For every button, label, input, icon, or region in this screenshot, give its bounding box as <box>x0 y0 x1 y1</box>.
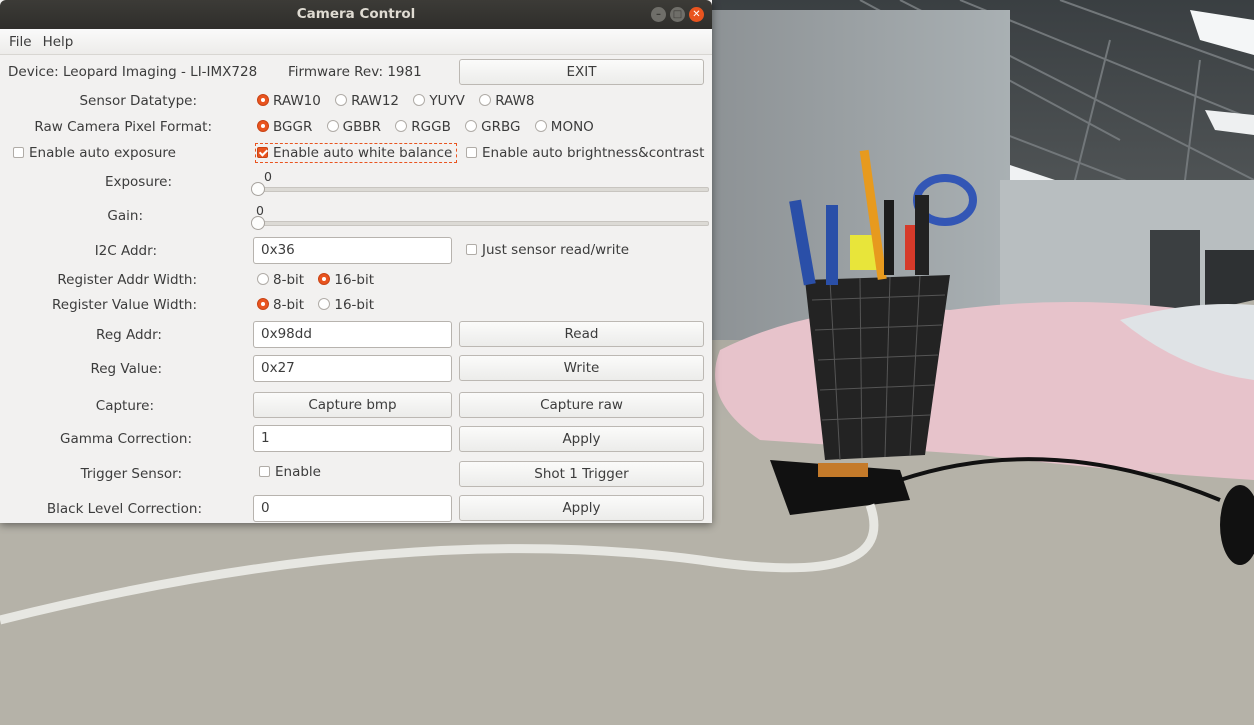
maximize-icon[interactable]: □ <box>670 7 685 22</box>
pixel-format-label: Raw Camera Pixel Format: <box>34 119 212 135</box>
shot-trigger-button[interactable]: Shot 1 Trigger <box>459 461 704 487</box>
radio-unselected-icon <box>534 120 547 132</box>
menu-help[interactable]: Help <box>35 29 77 50</box>
sensor-datatype-group: RAW10 RAW12 YUYV RAW8 <box>257 93 545 109</box>
exposure-slider-handle[interactable] <box>251 182 265 196</box>
i2c-addr-input[interactable]: 0x36 <box>253 237 452 264</box>
reg-addr-width-group: 8-bit 16-bit <box>257 272 384 288</box>
window-title: Camera Control <box>296 6 416 22</box>
radio-rggb[interactable]: RGGB <box>395 119 451 135</box>
capture-bmp-button[interactable]: Capture bmp <box>253 392 452 418</box>
radio-yuyv[interactable]: YUYV <box>413 93 465 109</box>
checkbox-unchecked-icon <box>466 147 477 158</box>
radio-grbg[interactable]: GRBG <box>465 119 521 135</box>
radio-raw10[interactable]: RAW10 <box>257 93 321 109</box>
reg-val-width-group: 8-bit 16-bit <box>257 297 384 313</box>
radio-unselected-icon <box>318 298 331 310</box>
radio-unselected-icon <box>479 94 492 106</box>
exit-button[interactable]: EXIT <box>459 59 704 85</box>
gain-slider-handle[interactable] <box>251 216 265 230</box>
title-bar[interactable]: Camera Control – □ ✕ <box>0 0 712 29</box>
exposure-value: 0 <box>264 169 272 184</box>
radio-selected-icon <box>318 273 331 285</box>
radio-bggr[interactable]: BGGR <box>257 119 312 135</box>
black-level-apply-button[interactable]: Apply <box>459 495 704 521</box>
device-label: Device: Leopard Imaging - LI-IMX728 <box>8 64 258 80</box>
camera-control-window: Camera Control – □ ✕ File Help Device: Le… <box>0 0 712 523</box>
firmware-label: Firmware Rev: 1981 <box>288 64 422 80</box>
radio-selected-icon <box>257 120 269 132</box>
auto-exposure-checkbox[interactable]: Enable auto exposure <box>13 145 176 161</box>
trigger-label: Trigger Sensor: <box>80 466 182 482</box>
radio-mono[interactable]: MONO <box>534 119 594 135</box>
exposure-slider[interactable] <box>254 187 709 192</box>
menu-file[interactable]: File <box>0 29 35 50</box>
reg-value-input[interactable]: 0x27 <box>253 355 452 382</box>
radio-unselected-icon <box>326 120 339 132</box>
i2c-addr-label: I2C Addr: <box>94 243 157 259</box>
close-icon[interactable]: ✕ <box>689 7 704 22</box>
radio-unselected-icon <box>465 120 478 132</box>
radio-gbbr[interactable]: GBBR <box>326 119 381 135</box>
gain-label: Gain: <box>107 208 143 224</box>
exposure-label: Exposure: <box>104 174 172 190</box>
radio-addr-16bit[interactable]: 16-bit <box>318 272 374 288</box>
black-level-label: Black Level Correction: <box>46 501 202 517</box>
checkbox-unchecked-icon <box>259 466 270 477</box>
radio-selected-icon <box>257 298 269 310</box>
radio-raw12[interactable]: RAW12 <box>335 93 399 109</box>
capture-raw-button[interactable]: Capture raw <box>459 392 704 418</box>
reg-addr-label: Reg Addr: <box>96 327 162 343</box>
read-button[interactable]: Read <box>459 321 704 347</box>
checkbox-unchecked-icon <box>466 244 477 255</box>
auto-white-balance-checkbox[interactable]: Enable auto white balance <box>254 143 458 163</box>
gamma-apply-button[interactable]: Apply <box>459 426 704 452</box>
black-level-input[interactable]: 0 <box>253 495 452 522</box>
trigger-enable-checkbox[interactable]: Enable <box>259 464 321 480</box>
radio-unselected-icon <box>257 273 269 285</box>
radio-unselected-icon <box>413 94 426 106</box>
radio-selected-icon <box>257 94 269 106</box>
gamma-input[interactable]: 1 <box>253 425 452 452</box>
capture-label: Capture: <box>95 398 154 414</box>
radio-unselected-icon <box>395 120 408 132</box>
reg-addr-input[interactable]: 0x98dd <box>253 321 452 348</box>
menu-bar: File Help <box>0 29 712 55</box>
sensor-datatype-label: Sensor Datatype: <box>79 93 197 109</box>
radio-addr-8bit[interactable]: 8-bit <box>257 272 304 288</box>
checkbox-unchecked-icon <box>13 147 24 158</box>
reg-addr-width-label: Register Addr Width: <box>57 272 197 288</box>
gain-slider[interactable] <box>254 221 709 226</box>
auto-brightness-checkbox[interactable]: Enable auto brightness&contrast <box>466 145 704 161</box>
radio-unselected-icon <box>335 94 348 106</box>
write-button[interactable]: Write <box>459 355 704 381</box>
radio-val-16bit[interactable]: 16-bit <box>318 297 374 313</box>
reg-val-width-label: Register Value Width: <box>51 297 197 313</box>
just-sensor-checkbox[interactable]: Just sensor read/write <box>466 242 629 258</box>
minimize-icon[interactable]: – <box>651 7 666 22</box>
radio-raw8[interactable]: RAW8 <box>479 93 535 109</box>
radio-val-8bit[interactable]: 8-bit <box>257 297 304 313</box>
gamma-label: Gamma Correction: <box>60 431 192 447</box>
reg-value-label: Reg Value: <box>90 361 162 377</box>
checkbox-checked-icon <box>257 147 268 158</box>
pixel-format-group: BGGR GBBR RGGB GRBG MONO <box>257 119 604 135</box>
